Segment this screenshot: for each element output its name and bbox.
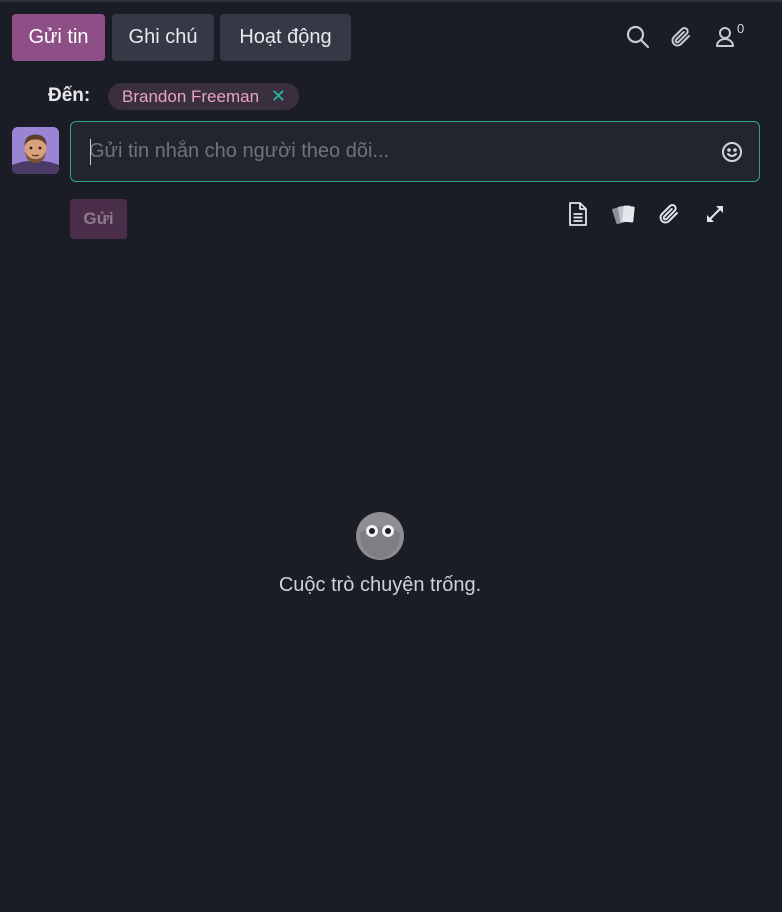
chatter-panel: Gửi tin Ghi chú Hoạt động 0 Đến: Brandon… [0, 0, 782, 912]
avatar [12, 127, 59, 174]
followers-count: 0 [737, 21, 745, 36]
expand-icon[interactable] [702, 201, 728, 227]
empty-conversation-message: Cuộc trò chuyện trống. [278, 574, 482, 596]
send-button[interactable]: Gửi [70, 199, 127, 239]
text-caret [90, 139, 91, 165]
close-icon[interactable]: ✕ [271, 83, 286, 109]
message-input[interactable] [89, 122, 689, 181]
recipient-name: Brandon Freeman [122, 87, 260, 106]
recipients-label: Đến: [48, 85, 91, 106]
document-icon[interactable] [566, 201, 592, 227]
search-icon[interactable] [625, 24, 653, 52]
smiley-icon[interactable] [720, 140, 744, 164]
send-message-tab[interactable]: Gửi tin [12, 14, 105, 61]
cards-icon[interactable] [611, 201, 637, 227]
activity-tab[interactable]: Hoạt động [220, 14, 351, 61]
paperclip-icon[interactable] [656, 201, 682, 227]
top-border [0, 0, 782, 2]
message-composer[interactable] [70, 121, 760, 182]
log-note-tab[interactable]: Ghi chú [112, 14, 214, 61]
owl-icon [355, 511, 405, 561]
paperclip-icon[interactable] [668, 24, 696, 52]
followers-user-icon[interactable] [712, 24, 740, 52]
recipient-chip[interactable]: Brandon Freeman ✕ [108, 83, 299, 110]
